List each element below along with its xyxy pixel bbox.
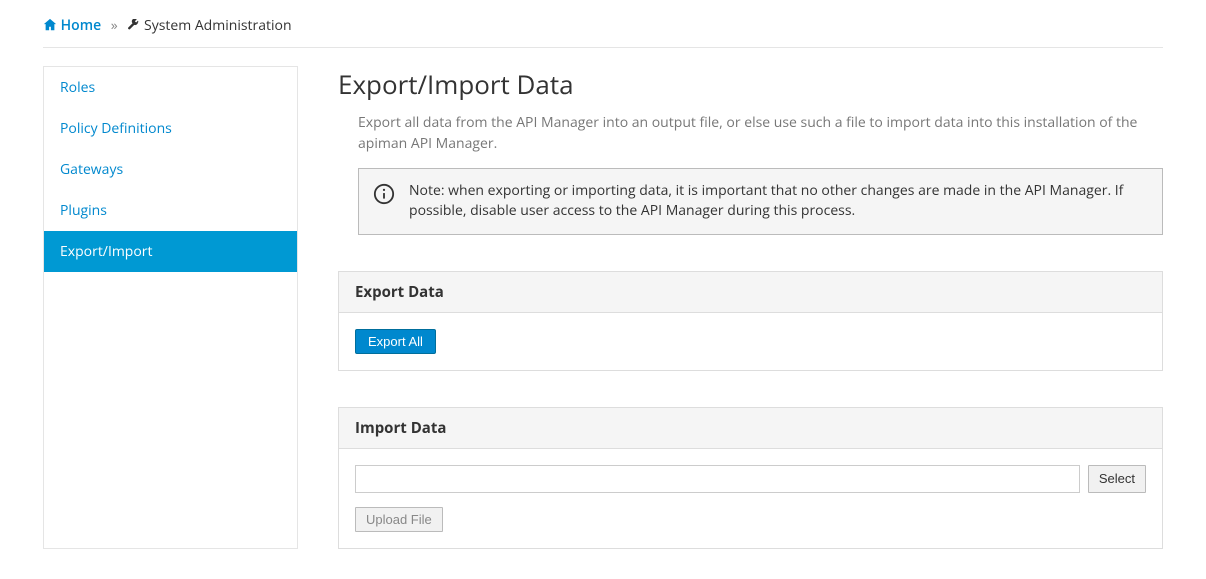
- page-description: Export all data from the API Manager int…: [358, 112, 1163, 154]
- breadcrumb-separator: »: [105, 16, 124, 35]
- breadcrumb: Home » System Administration: [43, 8, 1163, 48]
- export-panel: Export Data Export All: [338, 271, 1163, 371]
- info-alert: Note: when exporting or importing data, …: [358, 168, 1163, 235]
- info-alert-text: Note: when exporting or importing data, …: [409, 181, 1148, 222]
- breadcrumb-current-label: System Administration: [144, 16, 292, 35]
- main-content: Export/Import Data Export all data from …: [338, 66, 1163, 549]
- info-icon: [373, 181, 395, 211]
- select-file-button[interactable]: Select: [1088, 465, 1146, 493]
- breadcrumb-home-link[interactable]: Home: [43, 16, 105, 35]
- upload-file-button[interactable]: Upload File: [355, 507, 443, 532]
- sidebar-nav: Roles Policy Definitions Gateways Plugin…: [43, 66, 298, 549]
- breadcrumb-home-label: Home: [61, 16, 102, 35]
- wrench-icon: [127, 18, 140, 37]
- sidebar-item-policy-definitions[interactable]: Policy Definitions: [44, 108, 297, 149]
- export-all-button[interactable]: Export All: [355, 329, 436, 354]
- sidebar-item-export-import[interactable]: Export/Import: [44, 231, 297, 272]
- import-panel: Import Data Select Upload File: [338, 407, 1163, 549]
- sidebar-item-roles[interactable]: Roles: [44, 67, 297, 108]
- sidebar-item-plugins[interactable]: Plugins: [44, 190, 297, 231]
- page-title: Export/Import Data: [338, 66, 1163, 102]
- home-icon: [43, 18, 57, 37]
- sidebar-item-gateways[interactable]: Gateways: [44, 149, 297, 190]
- import-panel-header: Import Data: [339, 408, 1162, 449]
- breadcrumb-current: System Administration: [127, 16, 291, 35]
- import-file-input[interactable]: [355, 465, 1080, 493]
- export-panel-header: Export Data: [339, 272, 1162, 313]
